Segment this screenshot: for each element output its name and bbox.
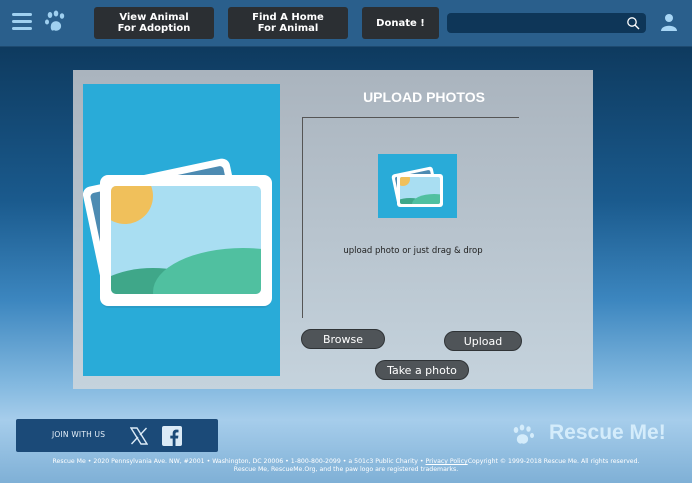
paw-icon xyxy=(513,424,534,444)
legal-trademark: Rescue Me, RescueMe.Org, and the paw log… xyxy=(233,466,459,473)
image-icon xyxy=(82,158,272,308)
browse-button[interactable]: Browse xyxy=(301,329,385,349)
search-bar xyxy=(447,13,646,33)
x-icon[interactable] xyxy=(130,427,148,445)
search-input[interactable] xyxy=(453,15,621,31)
upload-button[interactable]: Upload xyxy=(444,331,522,351)
page-title: UPLOAD PHOTOS xyxy=(363,89,485,105)
take-photo-button[interactable]: Take a photo xyxy=(375,360,469,380)
user-icon[interactable] xyxy=(660,13,678,31)
paw-logo-icon[interactable] xyxy=(44,10,68,34)
search-icon[interactable] xyxy=(626,16,640,30)
join-label: JOIN WITH US xyxy=(52,430,106,439)
top-navigation: View Animal For Adoption Find A Home For… xyxy=(0,0,692,47)
legal-copyright: Copyright © 1999-2018 Rescue Me. All rig… xyxy=(467,458,640,465)
find-home-button[interactable]: Find A Home For Animal xyxy=(228,7,348,39)
image-icon xyxy=(391,166,443,207)
facebook-icon[interactable] xyxy=(162,426,182,446)
upload-image-thumbnail[interactable] xyxy=(378,154,457,218)
brand-name: Rescue Me! xyxy=(549,421,666,444)
join-with-us-bar: JOIN WITH US xyxy=(16,419,218,452)
donate-button[interactable]: Donate ! xyxy=(362,7,439,39)
view-adoption-button[interactable]: View Animal For Adoption xyxy=(94,7,214,39)
legal-address: Rescue Me • 2020 Pennsylvania Ave. NW, #… xyxy=(52,458,426,465)
menu-icon[interactable] xyxy=(12,13,32,31)
photos-illustration xyxy=(82,84,280,376)
footer-legal: Rescue Me • 2020 Pennsylvania Ave. NW, #… xyxy=(0,458,692,474)
upload-panel: UPLOAD PHOTOS upload photo or just drag … xyxy=(73,70,593,389)
privacy-policy-link[interactable]: Privacy Policy xyxy=(426,458,468,465)
drop-hint-text: upload photo or just drag & drop xyxy=(343,246,483,256)
